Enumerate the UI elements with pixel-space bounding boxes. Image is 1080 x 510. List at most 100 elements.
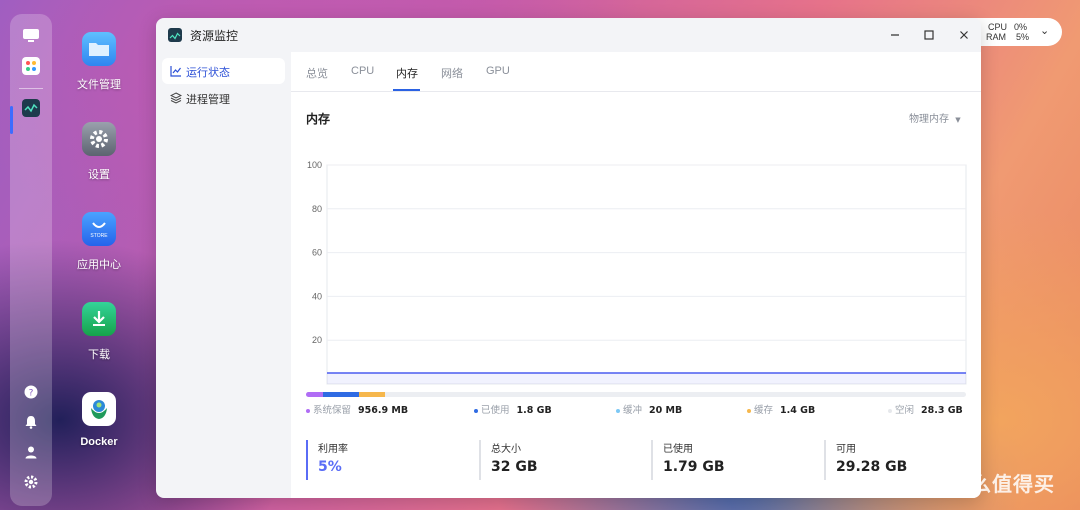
legend-value: 1.4 GB [780,405,816,416]
usage-bar-segment [306,392,323,397]
gear-icon [82,122,116,156]
stat-label: 可用 [836,444,856,455]
window-title: 资源监控 [190,29,239,43]
usage-bar-segment [322,392,359,397]
cpu-label: CPU [988,22,1008,32]
sidebar-item-processes[interactable]: 进程管理 [162,85,285,111]
chart-line-icon [170,66,181,77]
stat-value: 1.79 GB [663,459,725,475]
desktop-item-file-manager[interactable]: 文件管理 [72,32,126,92]
y-tick-label: 40 [312,291,322,301]
resource-monitor-window: 资源监控 运行状态 进程管理 总览 CPU 内存 网络 GPU 内存 物理内存 … [156,18,981,498]
y-tick-label: 100 [307,160,322,170]
legend-buffer: 缓冲 20 MB [616,402,682,416]
dropdown-label: 物理内存 [909,114,949,125]
download-icon [82,302,116,336]
active-tab-indicator [393,89,420,91]
sidebar-item-status[interactable]: 运行状态 [162,58,285,84]
tab-bar: 总览 CPU 内存 网络 GPU [291,52,981,92]
desktop-item-label: 下载 [88,348,110,361]
sidebar: 运行状态 进程管理 [156,52,291,498]
desktop-item-label: 应用中心 [77,258,121,271]
user-icon[interactable] [21,442,41,462]
memory-type-dropdown[interactable]: 物理内存 ▼ [909,110,961,125]
legend-label: 缓存 [754,405,774,416]
watermark-text: 什么值得买 [950,472,1055,496]
store-icon: STORE [82,212,116,246]
y-tick-label: 80 [312,204,322,214]
legend-system-reserved: 系统保留 956.9 MB [306,402,408,416]
sidebar-item-label: 运行状态 [186,66,230,79]
close-button[interactable] [953,24,975,46]
memory-usage-area [327,373,966,384]
stat-label: 利用率 [318,444,348,455]
app-grid-icon[interactable] [21,56,41,76]
desktop-item-app-center[interactable]: STORE 应用中心 [72,212,126,272]
ram-label: RAM [986,32,1006,42]
stat-total: 总大小 32 GB [479,440,538,480]
stat-value: 29.28 GB [836,459,908,475]
tab-gpu[interactable]: GPU [486,65,510,77]
stat-value: 5% [318,459,342,475]
legend-dot [616,408,620,413]
tab-cpu[interactable]: CPU [351,65,374,77]
legend-cache: 缓存 1.4 GB [747,402,815,416]
legend-dot [888,408,892,413]
tab-network[interactable]: 网络 [441,65,463,81]
y-tick-label: 20 [312,335,322,345]
stat-available: 可用 29.28 GB [824,440,907,480]
legend-value: 28.3 GB [921,405,963,416]
desktop-item-download[interactable]: 下载 [72,302,126,362]
stat-utilization: 利用率 5% [306,440,348,480]
title-bar[interactable]: 资源监控 [156,18,981,52]
dock: ? [10,14,52,506]
memory-usage-bar [306,392,966,397]
legend-label: 已使用 [481,405,510,416]
sidebar-item-label: 进程管理 [186,93,230,106]
main-panel: 总览 CPU 内存 网络 GPU 内存 物理内存 ▼ 100 80 60 40 20 系… [291,52,981,498]
legend-value: 1.8 GB [516,405,552,416]
desktop-item-label: 文件管理 [77,78,121,91]
stat-label: 总大小 [491,444,521,455]
dock-divider [19,88,43,89]
desktop-item-label: 设置 [88,168,110,181]
docker-icon [82,392,116,426]
stat-label: 已使用 [663,444,693,455]
monitor-icon[interactable] [21,26,41,46]
layers-icon [170,92,182,104]
legend-label: 空闲 [895,405,915,416]
resource-monitor-icon[interactable] [21,98,41,118]
resource-monitor-icon [168,28,182,42]
tab-memory[interactable]: 内存 [396,65,418,81]
cpu-value: 0% [1014,22,1028,32]
settings-gear-icon[interactable] [21,472,41,492]
svg-text:?: ? [29,389,34,399]
tab-overview[interactable]: 总览 [306,65,328,81]
legend-value: 20 MB [649,405,683,416]
caret-down-icon: ▼ [955,116,961,124]
chart-frame [326,164,967,385]
maximize-button[interactable] [918,24,940,46]
legend-label: 缓冲 [623,405,643,416]
usage-bar-segment [358,392,386,397]
legend-dot [474,408,478,413]
card-title: 内存 [306,112,331,126]
minimize-button[interactable] [884,24,906,46]
memory-usage-chart: 100 80 60 40 20 [307,160,967,385]
legend-dot [747,408,751,413]
legend-used: 已使用 1.8 GB [474,402,552,416]
legend-label: 系统保留 [313,405,352,416]
dock-active-indicator [10,106,13,134]
ram-value: 5% [1016,32,1030,42]
desktop-item-label: Docker [80,436,118,448]
bell-icon[interactable] [21,412,41,432]
stat-used: 已使用 1.79 GB [651,440,725,480]
store-icon-text: STORE [90,233,108,239]
legend-value: 956.9 MB [358,405,409,416]
desktop-item-settings[interactable]: 设置 [72,122,126,182]
watermark-badge-icon: 值 [914,470,940,496]
chevron-down-icon[interactable]: ⌄ [1040,24,1049,37]
help-icon[interactable]: ? [21,382,41,402]
desktop-item-docker[interactable]: Docker [72,392,126,448]
legend-free: 空闲 28.3 GB [888,402,963,416]
